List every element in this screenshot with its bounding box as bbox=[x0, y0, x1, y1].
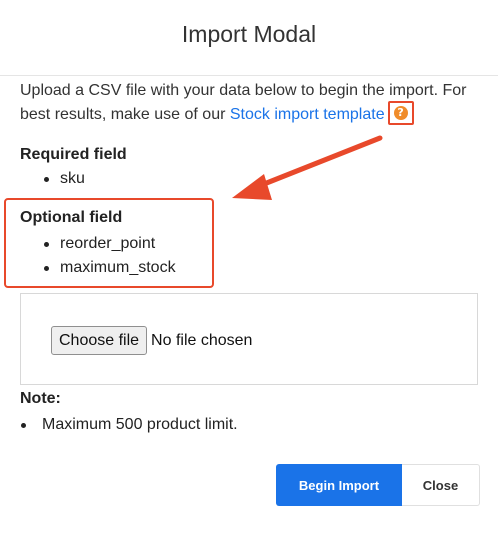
file-status: No file chosen bbox=[151, 331, 253, 349]
optional-field-list: reorder_point maximum_stock bbox=[20, 232, 176, 280]
required-field-section: Required field sku bbox=[20, 145, 127, 191]
close-button[interactable]: Close bbox=[402, 464, 480, 506]
note-section: Note: Maximum 500 product limit. bbox=[20, 389, 238, 437]
help-annotation-box: ? bbox=[387, 101, 414, 125]
optional-field-section: Optional field reorder_point maximum_sto… bbox=[20, 208, 176, 280]
question-circle-icon[interactable]: ? bbox=[393, 106, 408, 120]
modal-title: Import Modal bbox=[181, 21, 317, 47]
list-item: sku bbox=[20, 167, 127, 191]
begin-import-button[interactable]: Begin Import bbox=[276, 464, 402, 506]
file-input: Choose file No file chosen bbox=[51, 326, 252, 355]
required-field-title: Required field bbox=[20, 146, 127, 163]
modal-footer: Begin Import Close bbox=[276, 464, 480, 506]
list-item: reorder_point bbox=[20, 232, 176, 256]
list-item: maximum_stock bbox=[20, 256, 176, 280]
intro-text: Upload a CSV file with your data below t… bbox=[20, 79, 490, 127]
note-list: Maximum 500 product limit. bbox=[20, 413, 238, 437]
list-item: Maximum 500 product limit. bbox=[20, 413, 238, 437]
choose-file-button[interactable]: Choose file bbox=[51, 326, 148, 355]
annotation-arrow-icon bbox=[232, 135, 383, 200]
optional-field-title: Optional field bbox=[20, 209, 123, 226]
required-field-list: sku bbox=[20, 167, 127, 191]
modal-header: Import Modal bbox=[0, 0, 498, 76]
note-title: Note: bbox=[20, 390, 61, 407]
file-upload-panel: Choose file No file chosen bbox=[20, 293, 478, 385]
stock-import-template-link[interactable]: Stock import template bbox=[230, 106, 385, 123]
